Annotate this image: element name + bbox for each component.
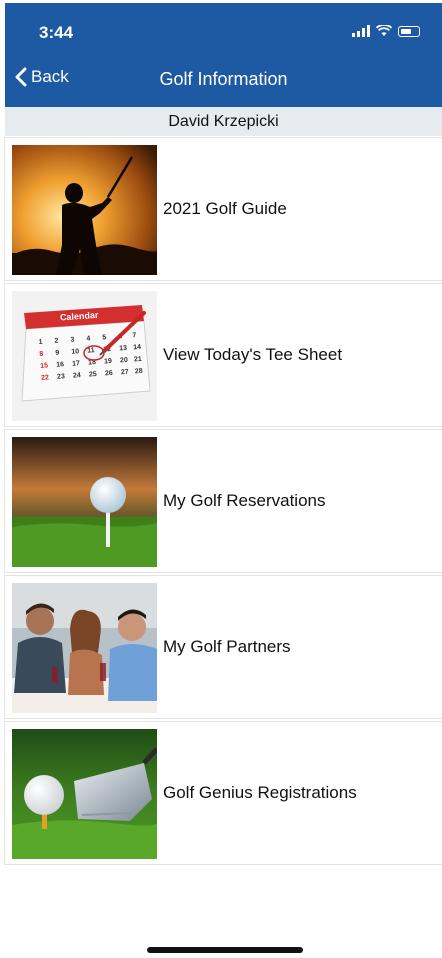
svg-text:24: 24 [73, 372, 81, 380]
svg-text:17: 17 [72, 360, 80, 368]
menu-item-golf-reservations[interactable]: My Golf Reservations [5, 430, 442, 572]
svg-text:2: 2 [54, 338, 58, 345]
svg-text:15: 15 [40, 362, 48, 370]
svg-text:23: 23 [57, 373, 65, 381]
svg-text:21: 21 [134, 356, 142, 364]
menu-item-tee-sheet[interactable]: Calendar 1234567 891011121314 1516171819… [5, 284, 442, 426]
menu-item-label: My Golf Partners [163, 637, 291, 656]
menu-item-golf-guide[interactable]: 2021 Golf Guide [5, 138, 442, 280]
golfer-silhouette-image [12, 145, 157, 275]
navigation-bar: Back Golf Information [5, 55, 442, 107]
home-indicator[interactable] [147, 947, 303, 953]
cellular-signal-icon [352, 25, 370, 37]
svg-text:14: 14 [133, 344, 141, 352]
golf-menu-list: 2021 Golf Guide Calendar 1234567 8910111… [5, 138, 442, 868]
friends-dining-image [12, 583, 157, 713]
svg-text:9: 9 [55, 350, 59, 357]
status-time: 3:44 [39, 23, 74, 42]
svg-text:27: 27 [121, 369, 129, 377]
menu-item-label: View Today's Tee Sheet [163, 345, 343, 364]
svg-text:8: 8 [39, 351, 43, 358]
status-bar: 3:44 [5, 3, 442, 55]
svg-text:7: 7 [132, 332, 136, 339]
calendar-image: Calendar 1234567 891011121314 1516171819… [12, 291, 157, 421]
svg-text:20: 20 [120, 357, 128, 365]
status-icons [352, 25, 420, 37]
svg-text:3: 3 [70, 336, 74, 343]
user-name-bar: David Krzepicki [5, 107, 442, 136]
svg-text:4: 4 [86, 335, 90, 342]
menu-item-label: Golf Genius Registrations [163, 783, 357, 802]
svg-text:25: 25 [89, 371, 97, 379]
svg-text:26: 26 [105, 370, 113, 378]
wifi-icon [376, 25, 392, 36]
svg-text:10: 10 [71, 348, 79, 356]
golf-ball-and-club-image [12, 729, 157, 859]
menu-item-label: My Golf Reservations [163, 491, 326, 510]
svg-text:19: 19 [104, 358, 112, 366]
page-title: Golf Information [159, 69, 288, 89]
golf-ball-on-tee-image [12, 437, 157, 567]
svg-text:1: 1 [38, 339, 42, 346]
battery-icon [398, 25, 420, 37]
menu-item-golf-partners[interactable]: My Golf Partners [5, 576, 442, 718]
svg-text:16: 16 [56, 361, 64, 369]
menu-item-label: 2021 Golf Guide [163, 199, 287, 218]
svg-text:28: 28 [135, 368, 143, 376]
svg-text:11: 11 [87, 347, 95, 355]
menu-item-golf-genius-registrations[interactable]: Golf Genius Registrations [5, 722, 442, 864]
svg-text:13: 13 [119, 345, 127, 353]
svg-text:5: 5 [102, 334, 106, 341]
svg-text:22: 22 [41, 374, 49, 382]
